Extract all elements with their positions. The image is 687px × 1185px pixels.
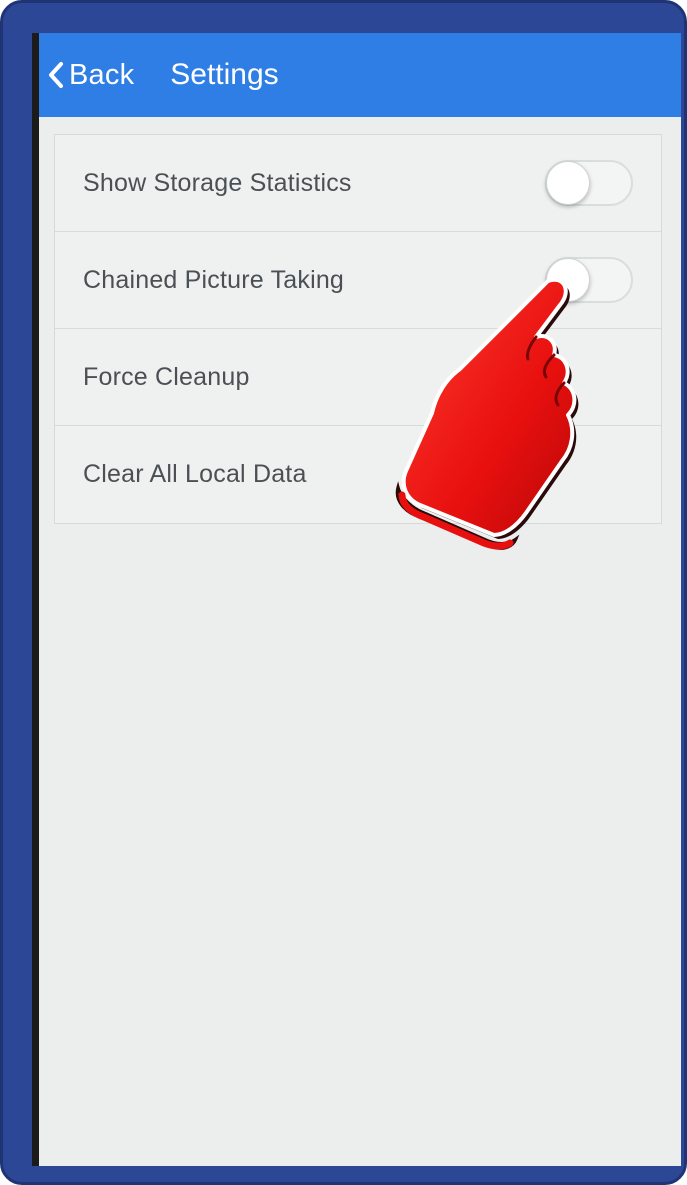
setting-row-chained-picture-taking[interactable]: Chained Picture Taking [55,232,661,329]
setting-row-clear-all-local-data[interactable]: Clear All Local Data [55,426,661,523]
navigation-bar: Back Settings [39,33,681,117]
setting-label: Chained Picture Taking [83,265,345,294]
device-frame: Back Settings Show Storage Statistics Ch… [0,0,687,1185]
settings-list: Show Storage Statistics Chained Picture … [54,134,662,524]
setting-row-force-cleanup[interactable]: Force Cleanup [55,329,661,426]
toggle-knob [546,161,590,205]
setting-label: Show Storage Statistics [83,168,352,197]
page-title: Settings [170,58,279,91]
setting-label: Force Cleanup [83,362,250,391]
chevron-left-icon [49,62,63,88]
setting-row-show-storage-statistics[interactable]: Show Storage Statistics [55,135,661,232]
chained-picture-taking-toggle[interactable] [545,257,633,303]
toggle-knob [546,258,590,302]
back-label: Back [69,58,135,91]
app-screen: Back Settings Show Storage Statistics Ch… [32,33,681,1166]
show-storage-statistics-toggle[interactable] [545,160,633,206]
back-button[interactable]: Back [45,59,134,92]
setting-label: Clear All Local Data [83,460,307,488]
